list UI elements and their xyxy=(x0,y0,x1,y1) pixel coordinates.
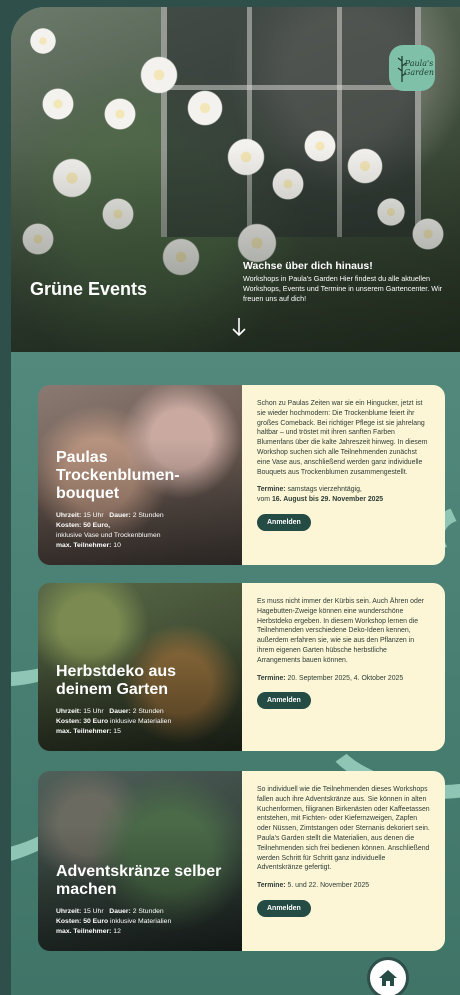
home-button[interactable] xyxy=(367,957,409,995)
workshop-description: Schon zu Paulas Zeiten war sie ein Hingu… xyxy=(257,400,428,476)
workshop-card: Adventskränze selber machen Uhrzeit: 15 … xyxy=(38,771,445,951)
workshop-details: So individuell wie die Teilnehmenden die… xyxy=(242,771,445,951)
workshop-meta: Uhrzeit: 15 Uhr Dauer: 2 Stunden Kosten:… xyxy=(56,908,172,935)
register-button[interactable]: Anmelden xyxy=(257,692,311,710)
hero-text: Workshops in Paula's Garden Hier findest… xyxy=(243,274,443,303)
workshop-image: Herbstdeko aus deinem Garten Uhrzeit: 15… xyxy=(38,583,242,751)
workshop-details: Schon zu Paulas Zeiten war sie ein Hingu… xyxy=(242,385,445,565)
decorative-swoosh xyxy=(11,455,41,579)
workshop-meta: Uhrzeit: 15 Uhr Dauer: 2 Stunden Kosten:… xyxy=(56,708,172,735)
workshop-description: Es muss nicht immer der Kürbis sein. Auc… xyxy=(257,598,424,664)
hero-image: Paula's Garden Grüne Events Wachse über … xyxy=(11,7,460,352)
register-button[interactable]: Anmelden xyxy=(257,513,311,531)
workshop-dates: Termine: 20. September 2025, 4. Oktober … xyxy=(257,674,404,682)
hero-headline: Wachse über dich hinaus! xyxy=(243,260,373,272)
workshop-title: Adventskränze selber machen xyxy=(56,863,222,898)
workshop-card: Paulas Trockenblumen-bouquet Uhrzeit: 15… xyxy=(38,385,445,565)
logo-text: Paula's xyxy=(404,59,434,68)
page-title: Grüne Events xyxy=(30,279,148,299)
page-container: Paula's Garden Grüne Events Wachse über … xyxy=(11,7,460,995)
workshop-image: Adventskränze selber machen Uhrzeit: 15 … xyxy=(38,771,242,951)
hero-intro: Wachse über dich hinaus! Workshops in Pa… xyxy=(243,260,457,304)
workshop-title: Herbstdeko aus deinem Garten xyxy=(56,663,177,698)
logo-text: Garden xyxy=(404,68,434,77)
workshop-dates: Termine: samstags vierzehntägig, vom 16.… xyxy=(257,486,384,504)
workshop-meta: Uhrzeit: 15 Uhr Dauer: 2 Stunden Kosten:… xyxy=(56,512,164,549)
workshop-image: Paulas Trockenblumen-bouquet Uhrzeit: 15… xyxy=(38,385,242,565)
workshop-description: So individuell wie die Teilnehmenden die… xyxy=(257,786,430,872)
workshop-details: Es muss nicht immer der Kürbis sein. Auc… xyxy=(242,583,445,751)
leaf-icon xyxy=(397,56,407,82)
workshop-dates: Termine: 5. und 22. November 2025 xyxy=(257,882,370,890)
workshop-title: Paulas Trockenblumen-bouquet xyxy=(56,449,180,502)
workshop-card: Herbstdeko aus deinem Garten Uhrzeit: 15… xyxy=(38,583,445,751)
arrow-down-icon[interactable] xyxy=(229,317,249,341)
paulas-garden-logo[interactable]: Paula's Garden xyxy=(389,45,435,91)
home-icon xyxy=(379,970,397,986)
register-button[interactable]: Anmelden xyxy=(257,899,311,917)
